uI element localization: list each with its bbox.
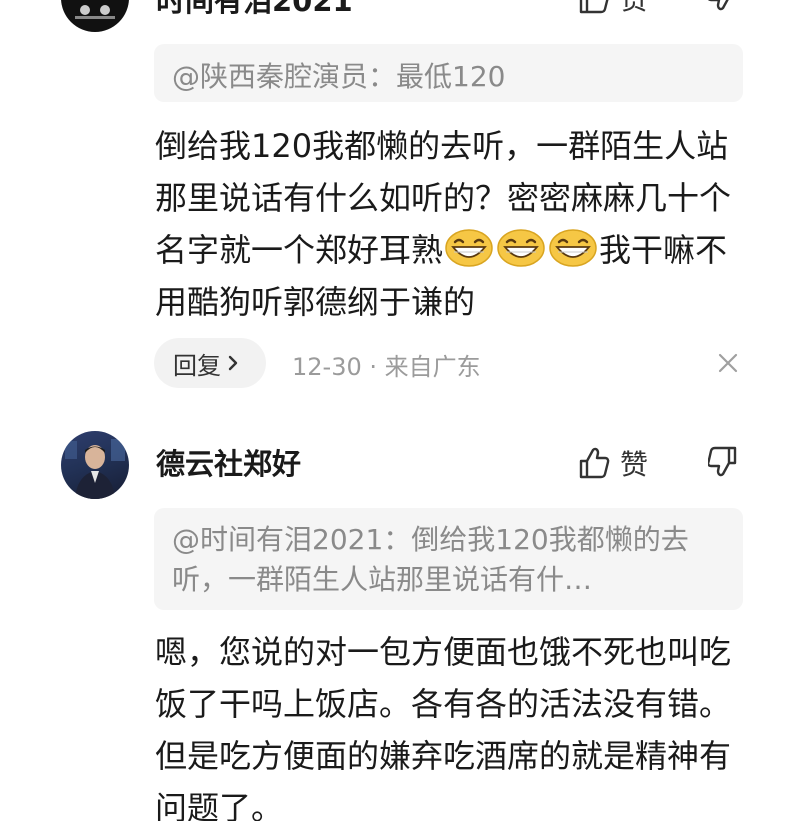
comment-text: 嗯，您说的对一包方便面也饿不死也叫吃饭了干吗上饭店。各有各的活法没有错。但是吃方… (155, 633, 732, 821)
avatar-logo-icon (75, 5, 115, 19)
comment-username[interactable]: 德云社郑好 (156, 441, 301, 483)
quoted-reply-text: @陕西秦腔演员：最低120 (172, 60, 506, 93)
comment-text: 倒给我120我都懒的去听，一群陌生人站那里说话有什么如听的？密密麻麻几十个名字就… (155, 120, 755, 328)
thumb-down-icon (706, 446, 737, 477)
like-button[interactable]: 赞 (578, 443, 648, 483)
dislike-button[interactable] (706, 446, 738, 482)
like-button[interactable]: 赞 (578, 0, 648, 18)
reply-label: 回复 (173, 351, 221, 380)
emoji-group (443, 229, 599, 269)
comment-meta: 12-30 · 来自广东 (292, 353, 481, 381)
like-label: 赞 (620, 448, 649, 481)
thumb-up-icon (579, 447, 610, 479)
comment-username[interactable]: 时间有泪2021 (156, 0, 353, 20)
quoted-reply[interactable]: @陕西秦腔演员：最低120 (154, 44, 743, 102)
grin-emoji-icon (549, 229, 597, 267)
reply-button[interactable]: 回复 (154, 338, 266, 388)
chevron-right-icon (228, 355, 238, 371)
thumb-up-icon (579, 0, 609, 14)
grin-emoji-icon (497, 229, 545, 267)
avatar[interactable] (61, 0, 129, 32)
quoted-reply[interactable]: @时间有泪2021：倒给我120我都懒的去听，一群陌生人站那里说话有什… (154, 508, 743, 610)
thumb-down-icon (707, 0, 729, 11)
avatar[interactable] (61, 431, 129, 499)
close-icon[interactable] (716, 351, 740, 375)
like-label: 赞 (620, 0, 648, 18)
quoted-reply-text: @时间有泪2021：倒给我120我都懒的去听，一群陌生人站那里说话有什… (172, 523, 689, 596)
grin-emoji-icon (445, 229, 493, 267)
avatar-person-icon (65, 439, 125, 499)
dislike-button[interactable] (707, 0, 738, 16)
